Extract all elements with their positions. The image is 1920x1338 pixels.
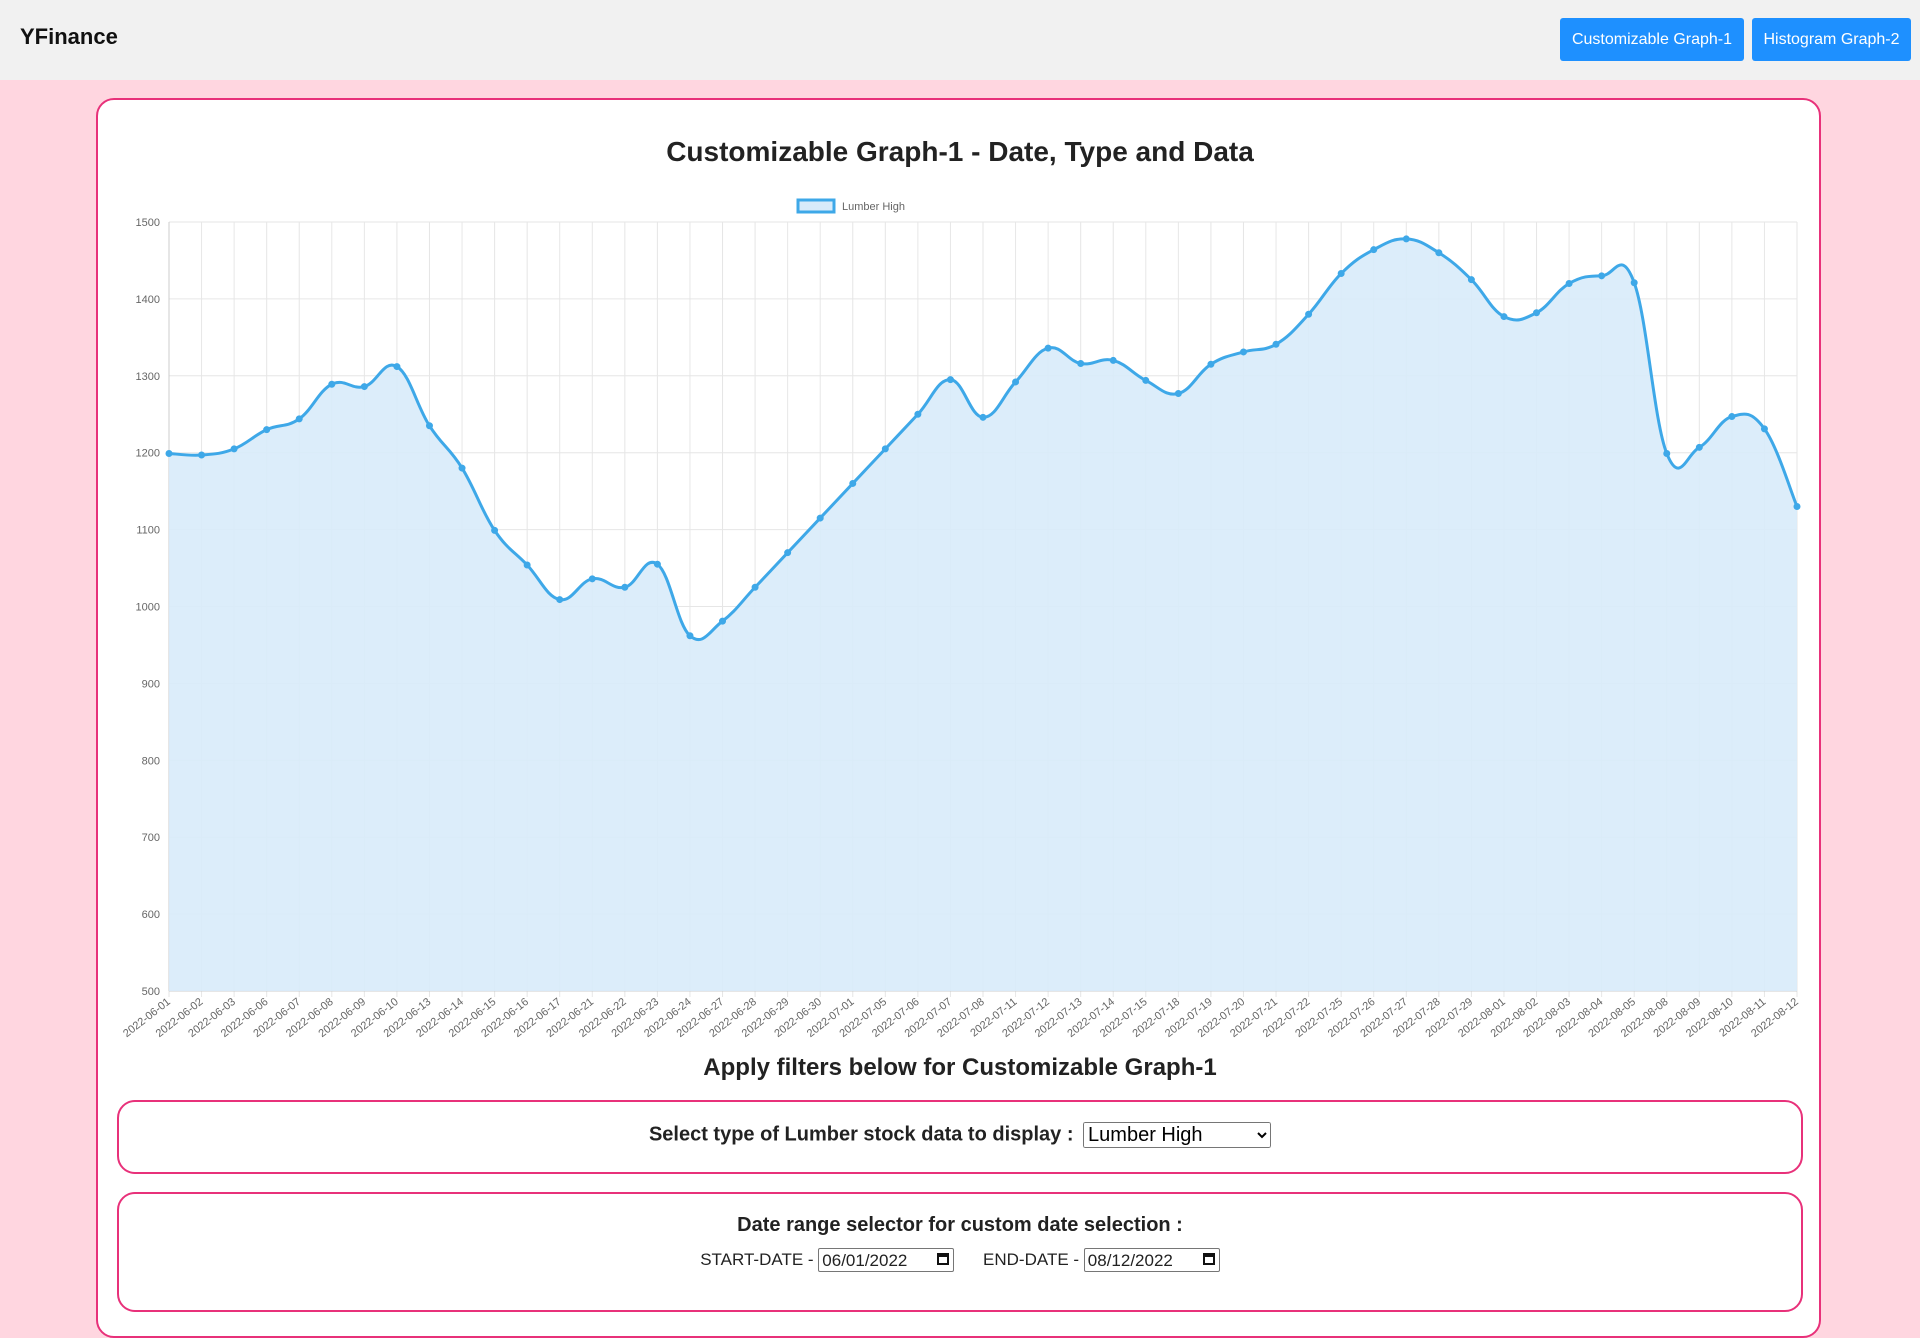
- start-date-value: 06/01/2022: [822, 1251, 908, 1270]
- type-select[interactable]: Lumber High: [1083, 1122, 1272, 1148]
- y-tick-label: 600: [142, 909, 160, 921]
- filters-title: Apply filters below for Customizable Gra…: [703, 1054, 1217, 1081]
- data-point: [1565, 280, 1573, 288]
- data-point: [1663, 449, 1671, 457]
- data-point: [1793, 503, 1801, 511]
- data-point: [263, 426, 271, 434]
- data-point: [751, 583, 759, 591]
- histogram-graph-2-button[interactable]: Histogram Graph-2: [1752, 18, 1911, 61]
- data-point: [165, 449, 173, 457]
- y-tick-label: 1200: [136, 448, 160, 460]
- data-point: [816, 514, 824, 522]
- data-point: [393, 363, 401, 371]
- data-point: [1370, 246, 1378, 254]
- data-point: [1109, 356, 1117, 364]
- data-point: [1305, 310, 1313, 318]
- page-title: Customizable Graph-1 - Date, Type and Da…: [666, 136, 1254, 167]
- data-point: [1630, 279, 1638, 287]
- calendar-icon[interactable]: [937, 1253, 950, 1265]
- data-point: [328, 380, 336, 388]
- data-point: [1728, 413, 1736, 421]
- data-point: [1174, 389, 1182, 397]
- end-date-input[interactable]: 08/12/2022: [1083, 1248, 1220, 1272]
- data-point: [1207, 360, 1215, 368]
- end-date-label: END-DATE -: [983, 1250, 1080, 1269]
- data-point: [686, 632, 694, 640]
- data-point: [1239, 348, 1247, 356]
- data-point: [230, 445, 238, 453]
- y-tick-label: 1000: [136, 602, 160, 614]
- calendar-icon[interactable]: [1202, 1253, 1215, 1265]
- data-point: [425, 422, 433, 430]
- data-point: [491, 526, 499, 534]
- data-point: [360, 383, 368, 391]
- data-point: [1402, 235, 1410, 243]
- data-point: [1142, 376, 1150, 384]
- data-point: [458, 464, 466, 472]
- y-tick-label: 1500: [136, 217, 160, 229]
- data-point: [1598, 272, 1606, 280]
- data-point: [1272, 340, 1280, 348]
- data-point: [784, 549, 792, 557]
- type-filter-box: Select type of Lumber stock data to disp…: [117, 1100, 1803, 1174]
- data-point: [979, 413, 987, 421]
- data-point: [849, 479, 857, 487]
- data-point: [1012, 378, 1020, 386]
- data-point: [946, 376, 954, 384]
- brand-logo[interactable]: YFinance: [20, 24, 118, 50]
- type-filter-row: Select type of Lumber stock data to disp…: [119, 1122, 1801, 1148]
- y-tick-label: 700: [142, 832, 160, 844]
- y-tick-label: 1400: [136, 294, 160, 306]
- y-tick-label: 1300: [136, 371, 160, 383]
- data-point: [1695, 443, 1703, 451]
- data-point: [295, 415, 303, 423]
- legend-swatch: [796, 198, 836, 214]
- data-point: [198, 451, 206, 459]
- data-point: [1467, 276, 1475, 284]
- data-point: [1533, 309, 1541, 317]
- start-date-label: START-DATE -: [700, 1250, 814, 1269]
- data-point: [556, 596, 564, 604]
- data-point: [1337, 270, 1345, 278]
- customizable-graph-1-button[interactable]: Customizable Graph-1: [1560, 18, 1744, 61]
- y-tick-label: 500: [142, 986, 160, 998]
- data-point: [881, 445, 889, 453]
- end-date-value: 08/12/2022: [1087, 1251, 1173, 1270]
- date-filter-box: Date range selector for custom date sele…: [117, 1192, 1803, 1312]
- legend-label: Lumber High: [842, 201, 905, 213]
- data-point: [1044, 344, 1052, 352]
- y-tick-label: 1100: [136, 525, 160, 537]
- data-point: [1500, 313, 1508, 321]
- data-point: [523, 561, 531, 569]
- data-point: [1435, 249, 1443, 257]
- data-point: [653, 560, 661, 568]
- start-date-input[interactable]: 06/01/2022: [818, 1248, 955, 1272]
- data-point: [588, 575, 596, 583]
- data-point: [1760, 425, 1768, 433]
- date-filter-title: Date range selector for custom date sele…: [737, 1214, 1183, 1236]
- data-point: [1077, 359, 1085, 367]
- data-point: [914, 410, 922, 418]
- top-navbar: YFinance Customizable Graph-1 Histogram …: [0, 0, 1920, 80]
- type-filter-label: Select type of Lumber stock data to disp…: [648, 1123, 1074, 1146]
- data-point: [719, 617, 727, 625]
- y-tick-label: 800: [142, 755, 160, 767]
- lumber-line-chart: 5006007008009001000110012001300140015002…: [121, 198, 1801, 1040]
- y-tick-label: 900: [142, 678, 160, 690]
- date-range-row: START-DATE - 06/01/2022 END-DATE - 08/12…: [119, 1248, 1801, 1272]
- data-point: [621, 583, 629, 591]
